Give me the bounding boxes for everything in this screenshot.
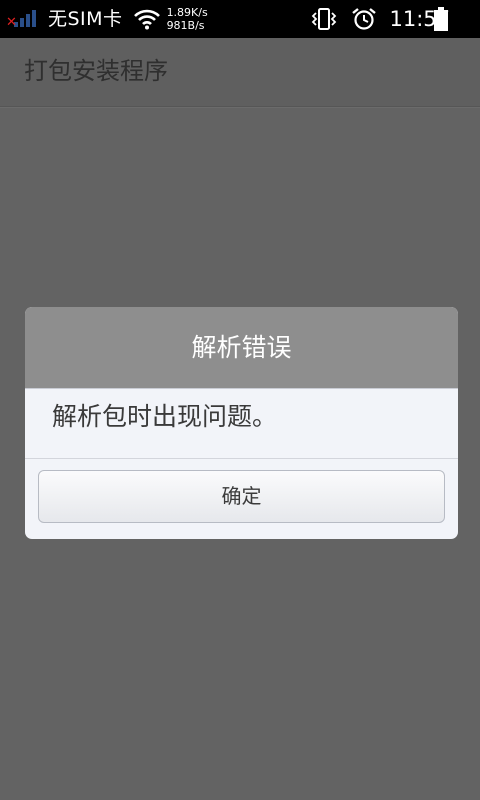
app-title-bar: 打包安装程序 bbox=[0, 38, 480, 107]
carrier-label: 无SIM卡 bbox=[48, 8, 123, 30]
status-bar-left: ✕ 无SIM卡 1.89K/s 981B/s bbox=[6, 0, 208, 38]
confirm-button[interactable]: 确定 bbox=[38, 470, 445, 523]
dialog-message: 解析包时出现问题。 bbox=[52, 402, 278, 431]
wifi-icon bbox=[133, 9, 160, 30]
alarm-clock-icon bbox=[352, 8, 377, 30]
dialog-title: 解析错误 bbox=[191, 333, 292, 362]
dialog-divider bbox=[25, 458, 458, 459]
dialog-header: 解析错误 bbox=[25, 307, 458, 389]
app-title: 打包安装程序 bbox=[24, 57, 168, 85]
network-speed: 1.89K/s 981B/s bbox=[167, 6, 208, 32]
vibrate-icon bbox=[312, 8, 337, 30]
upload-speed: 1.89K/s bbox=[166, 6, 208, 19]
parse-error-dialog: 解析错误 解析包时出现问题。 确定 bbox=[25, 307, 458, 539]
status-bar-right: 11:57 bbox=[311, 0, 450, 38]
no-signal-icon: ✕ bbox=[6, 9, 36, 29]
download-speed: 981B/s bbox=[166, 19, 205, 32]
status-bar: ✕ 无SIM卡 1.89K/s 981B/s 11:57 bbox=[0, 0, 480, 38]
battery-icon bbox=[434, 7, 448, 31]
